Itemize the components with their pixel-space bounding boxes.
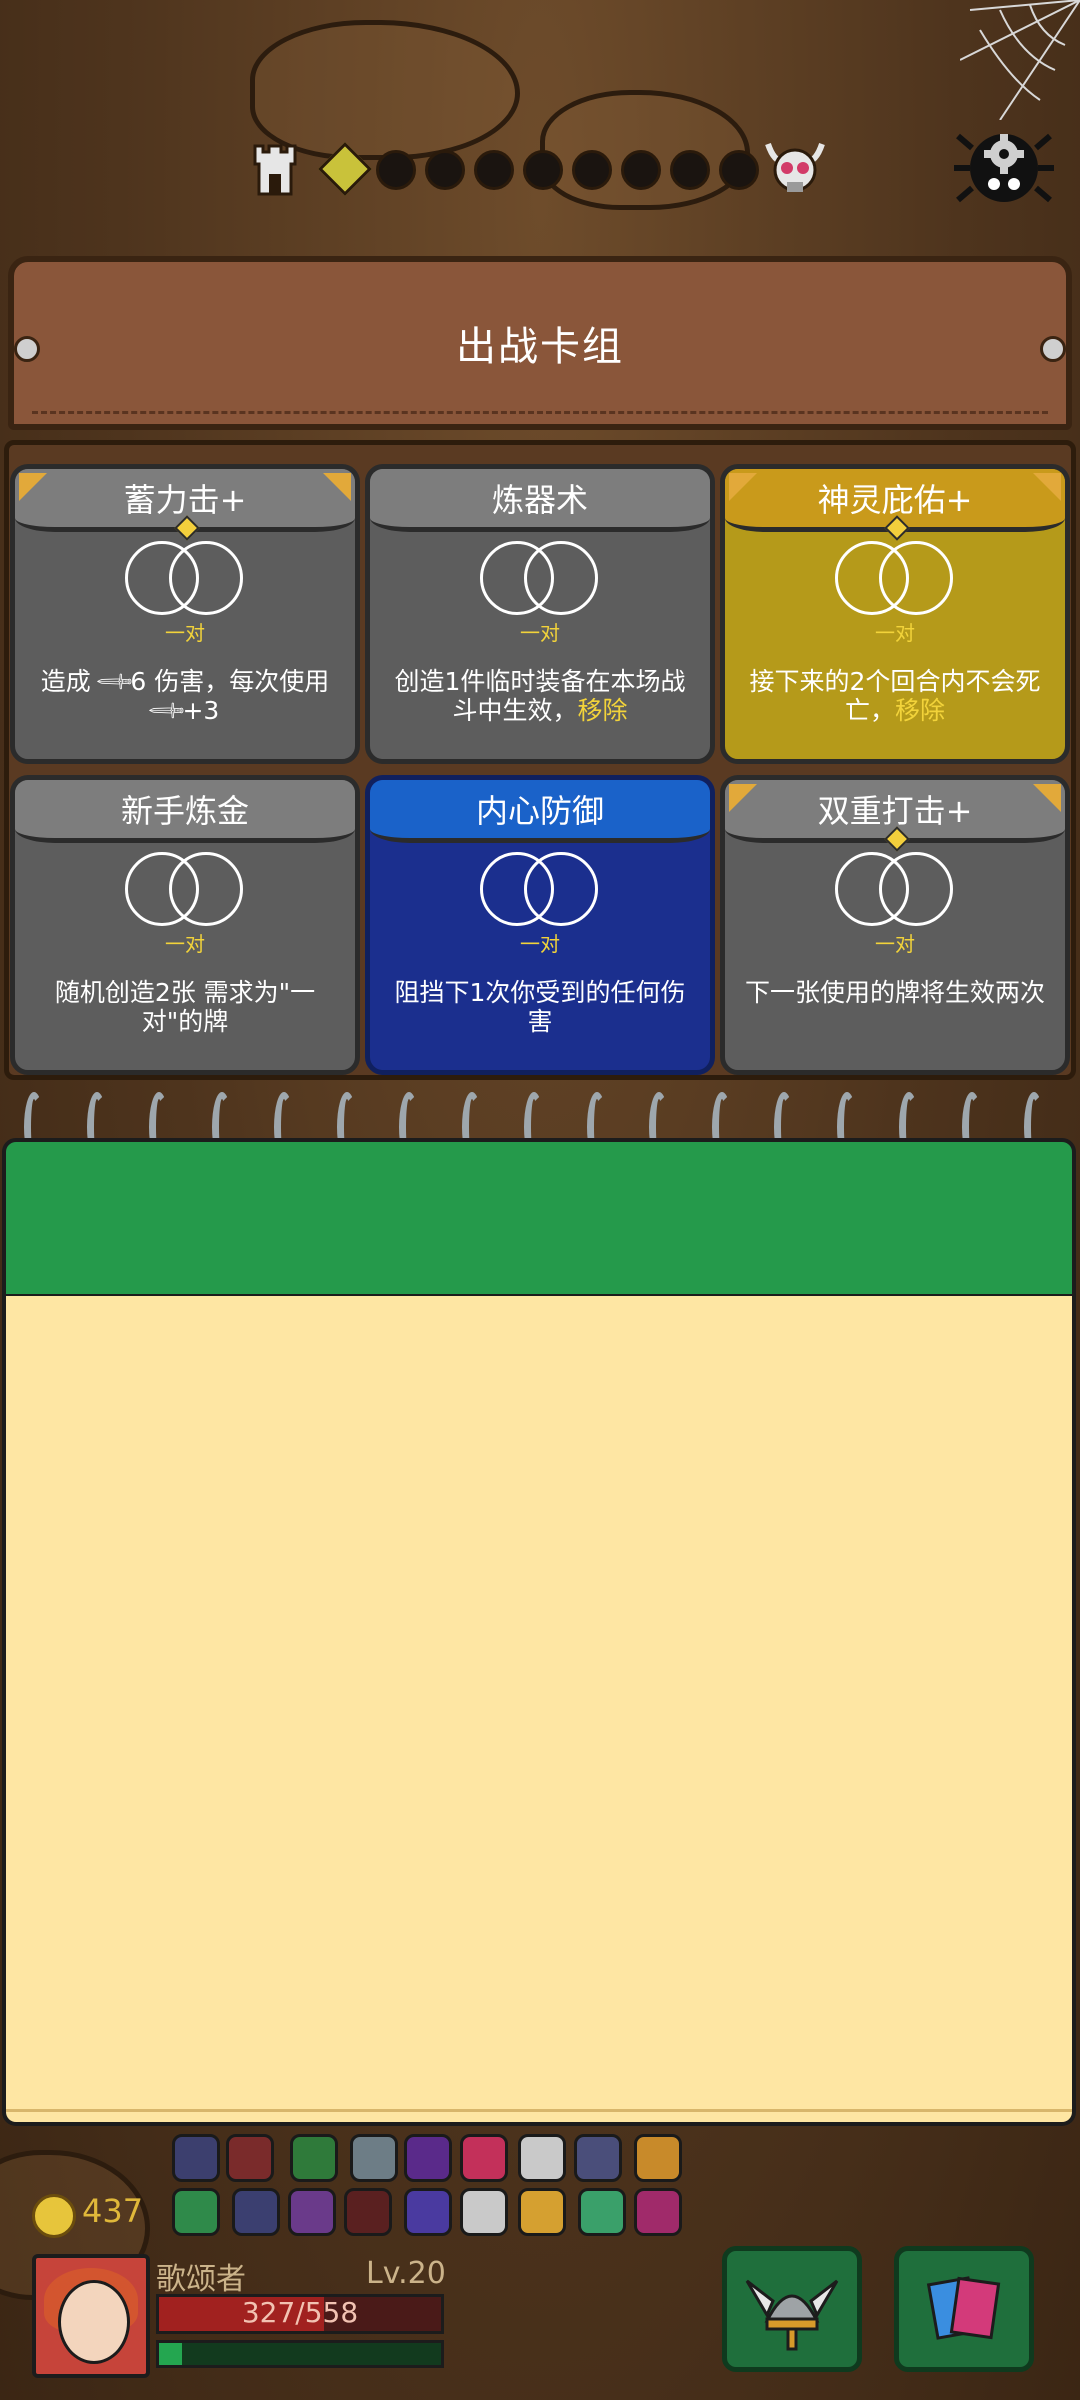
pair-rings-icon: [125, 852, 245, 926]
relic-icon[interactable]: [460, 2188, 508, 2236]
map-node: [572, 150, 612, 190]
card-requirement: 一对: [520, 932, 560, 956]
card-charge-strike[interactable]: 蓄力击+ 一对 造成 🗡6 伤害，每次使用 🗡+3: [10, 464, 360, 764]
pair-rings-icon: [480, 852, 600, 926]
map-node: [523, 150, 563, 190]
cobweb-decoration: [960, 0, 1080, 120]
card-requirement: 一对: [875, 932, 915, 956]
relic-icon[interactable]: [350, 2134, 398, 2182]
card-name: 炼器术: [491, 481, 588, 519]
map-node: [425, 150, 465, 190]
card-description: 阻挡下1次你受到的任何伤害: [394, 978, 686, 1036]
card-name: 双重打击+: [817, 792, 973, 830]
keyword-exhaust: 移除: [577, 696, 628, 725]
relic-icon[interactable]: [172, 2134, 220, 2182]
coin-icon: [32, 2194, 76, 2238]
card-name: 神灵庇佑+: [817, 481, 973, 519]
card-inner-defense[interactable]: 内心防御 一对 阻挡下1次你受到的任何伤害: [365, 775, 715, 1075]
relic-icon[interactable]: [344, 2188, 392, 2236]
deck-title: 出战卡组: [456, 324, 624, 370]
deck-button[interactable]: [894, 2246, 1034, 2372]
pair-rings-icon: [125, 541, 245, 615]
xp-bar-fill: [159, 2343, 182, 2365]
relic-icon[interactable]: [460, 2134, 508, 2182]
card-double-strike[interactable]: 双重打击+ 一对 下一张使用的牌将生效两次: [720, 775, 1070, 1075]
map-node: [621, 150, 661, 190]
gold-count: 437: [82, 2192, 144, 2230]
relic-icon[interactable]: [578, 2188, 626, 2236]
deck-header: 出战卡组: [8, 256, 1072, 430]
hp-text: 327/558: [241, 2296, 359, 2329]
card-description: 随机创造2张 需求为"一对"的牌: [54, 978, 316, 1036]
notepad-page: [2, 1296, 1076, 2126]
notepad-cover: [2, 1138, 1076, 1298]
relic-icon[interactable]: [574, 2134, 622, 2182]
relic-icon[interactable]: [518, 2134, 566, 2182]
hero-name: 歌颂者: [156, 2262, 246, 2297]
card-artifice[interactable]: 炼器术 一对 创造1件临时装备在本场战斗中生效，移除: [365, 464, 715, 764]
horned-skull-icon: [765, 142, 825, 192]
relic-icon[interactable]: [518, 2188, 566, 2236]
map-node: [474, 150, 514, 190]
card-description: 造成 🗡6 伤害，每次使用 🗡+3: [40, 660, 330, 732]
card-novice-alchemy[interactable]: 新手炼金 一对 随机创造2张 需求为"一对"的牌: [10, 775, 360, 1075]
card-requirement: 一对: [165, 621, 205, 645]
map-node: [376, 150, 416, 190]
card-description: 创造1件临时装备在本场战斗中生效，移除: [394, 667, 686, 725]
keyword-exhaust: 移除: [895, 696, 946, 725]
card-name: 内心防御: [475, 792, 604, 830]
card-name: 新手炼金: [120, 792, 249, 830]
relic-icon[interactable]: [226, 2134, 274, 2182]
winged-helmet-icon: [745, 2279, 839, 2351]
pair-rings-icon: [835, 852, 955, 926]
map-progress: [0, 118, 1080, 208]
card-requirement: 一对: [165, 932, 205, 956]
pair-rings-icon: [835, 541, 955, 615]
relic-icon[interactable]: [404, 2188, 452, 2236]
xp-bar: [156, 2340, 444, 2368]
hero-avatar[interactable]: [32, 2254, 150, 2378]
card-divine-blessing[interactable]: 神灵庇佑+ 一对 接下来的2个回合内不会死亡，移除: [720, 464, 1070, 764]
pair-rings-icon: [480, 541, 600, 615]
relic-icon[interactable]: [634, 2188, 682, 2236]
equipment-button[interactable]: [722, 2246, 862, 2372]
tower-icon: [253, 144, 297, 196]
card-description: 接下来的2个回合内不会死亡，移除: [749, 667, 1041, 725]
card-description: 下一张使用的牌将生效两次: [744, 978, 1045, 1007]
hero-level: Lv.20: [366, 2256, 446, 2291]
card-requirement: 一对: [520, 621, 560, 645]
relic-icon[interactable]: [172, 2188, 220, 2236]
cards-icon: [926, 2276, 1001, 2340]
card-name: 蓄力击+: [123, 481, 247, 519]
relic-icon[interactable]: [634, 2134, 682, 2182]
current-node-marker: [318, 142, 372, 196]
relic-icon[interactable]: [290, 2134, 338, 2182]
card-requirement: 一对: [875, 621, 915, 645]
gear-spider-icon[interactable]: [952, 118, 1056, 218]
map-node: [719, 150, 759, 190]
relic-icon[interactable]: [232, 2188, 280, 2236]
relic-icon[interactable]: [404, 2134, 452, 2182]
relic-icon[interactable]: [288, 2188, 336, 2236]
map-node: [670, 150, 710, 190]
